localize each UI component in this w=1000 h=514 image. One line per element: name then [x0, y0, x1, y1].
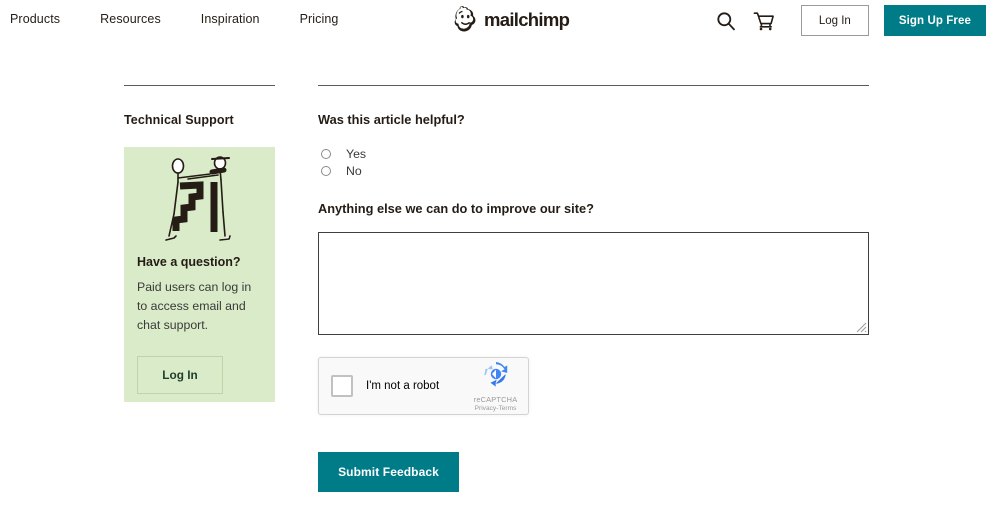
recaptcha-label: I'm not a robot — [366, 380, 440, 392]
recaptcha-terms-link[interactable]: Terms — [498, 405, 516, 412]
radio-circle-icon[interactable] — [321, 165, 331, 176]
header-signup-button[interactable]: Sign Up Free — [883, 5, 986, 36]
helpful-radio-group: Yes No — [318, 145, 869, 179]
mailchimp-logo[interactable]: mailchimp — [451, 5, 570, 35]
radio-label-no: No — [346, 163, 362, 178]
primary-navigation: Products Resources Inspiration Pricing — [10, 12, 339, 26]
support-card: Have a question? Paid users can log in t… — [124, 147, 275, 402]
feedback-textarea[interactable] — [318, 232, 869, 335]
nav-item-products[interactable]: Products — [10, 12, 60, 26]
radio-label-yes: Yes — [346, 146, 367, 161]
recaptcha-logo-icon — [483, 361, 509, 392]
recaptcha-branding: reCAPTCHA Privacy-Terms — [466, 361, 528, 412]
search-icon[interactable] — [713, 8, 739, 34]
recaptcha-widget[interactable]: I'm not a robot reCAPTCHA Privacy-Terms — [318, 357, 529, 415]
recaptcha-checkbox[interactable] — [331, 375, 353, 397]
support-card-title: Have a question? — [137, 255, 241, 269]
feedback-form: Was this article helpful? Yes No Anythin… — [318, 85, 869, 492]
nav-item-resources[interactable]: Resources — [100, 12, 161, 26]
sidebar: Technical Support Have a question? Paid … — [124, 85, 275, 402]
freddie-monkey-icon — [451, 6, 481, 34]
page-body: Technical Support Have a question? Paid … — [0, 41, 1000, 514]
header-login-button[interactable]: Log In — [800, 5, 869, 36]
submit-feedback-button[interactable]: Submit Feedback — [318, 452, 459, 492]
radio-circle-icon[interactable] — [321, 148, 331, 159]
resize-handle-icon[interactable] — [854, 320, 867, 333]
helpful-question-label: Was this article helpful? — [318, 112, 465, 127]
support-card-login-button[interactable]: Log In — [137, 356, 223, 394]
site-header: Products Resources Inspiration Pricing m… — [0, 0, 1000, 41]
nav-item-pricing[interactable]: Pricing — [300, 12, 339, 26]
nav-item-inspiration[interactable]: Inspiration — [201, 12, 260, 26]
radio-option-yes[interactable]: Yes — [318, 145, 869, 162]
sidebar-heading: Technical Support — [124, 113, 234, 127]
recaptcha-brand-name: reCAPTCHA — [473, 394, 518, 404]
improve-question-label: Anything else we can do to improve our s… — [318, 201, 594, 216]
brand-wordmark: mailchimp — [484, 8, 570, 30]
shopping-cart-icon[interactable] — [751, 8, 777, 34]
main-divider — [318, 85, 869, 86]
radio-option-no[interactable]: No — [318, 162, 869, 179]
two-people-with-zigzag-illustration — [137, 147, 262, 251]
support-card-body: Paid users can log in to access email an… — [137, 280, 252, 332]
recaptcha-legal-links[interactable]: Privacy-Terms — [475, 405, 517, 412]
sidebar-divider — [124, 85, 275, 86]
recaptcha-privacy-link[interactable]: Privacy — [475, 405, 497, 412]
header-actions: Log In Sign Up Free — [713, 4, 986, 37]
